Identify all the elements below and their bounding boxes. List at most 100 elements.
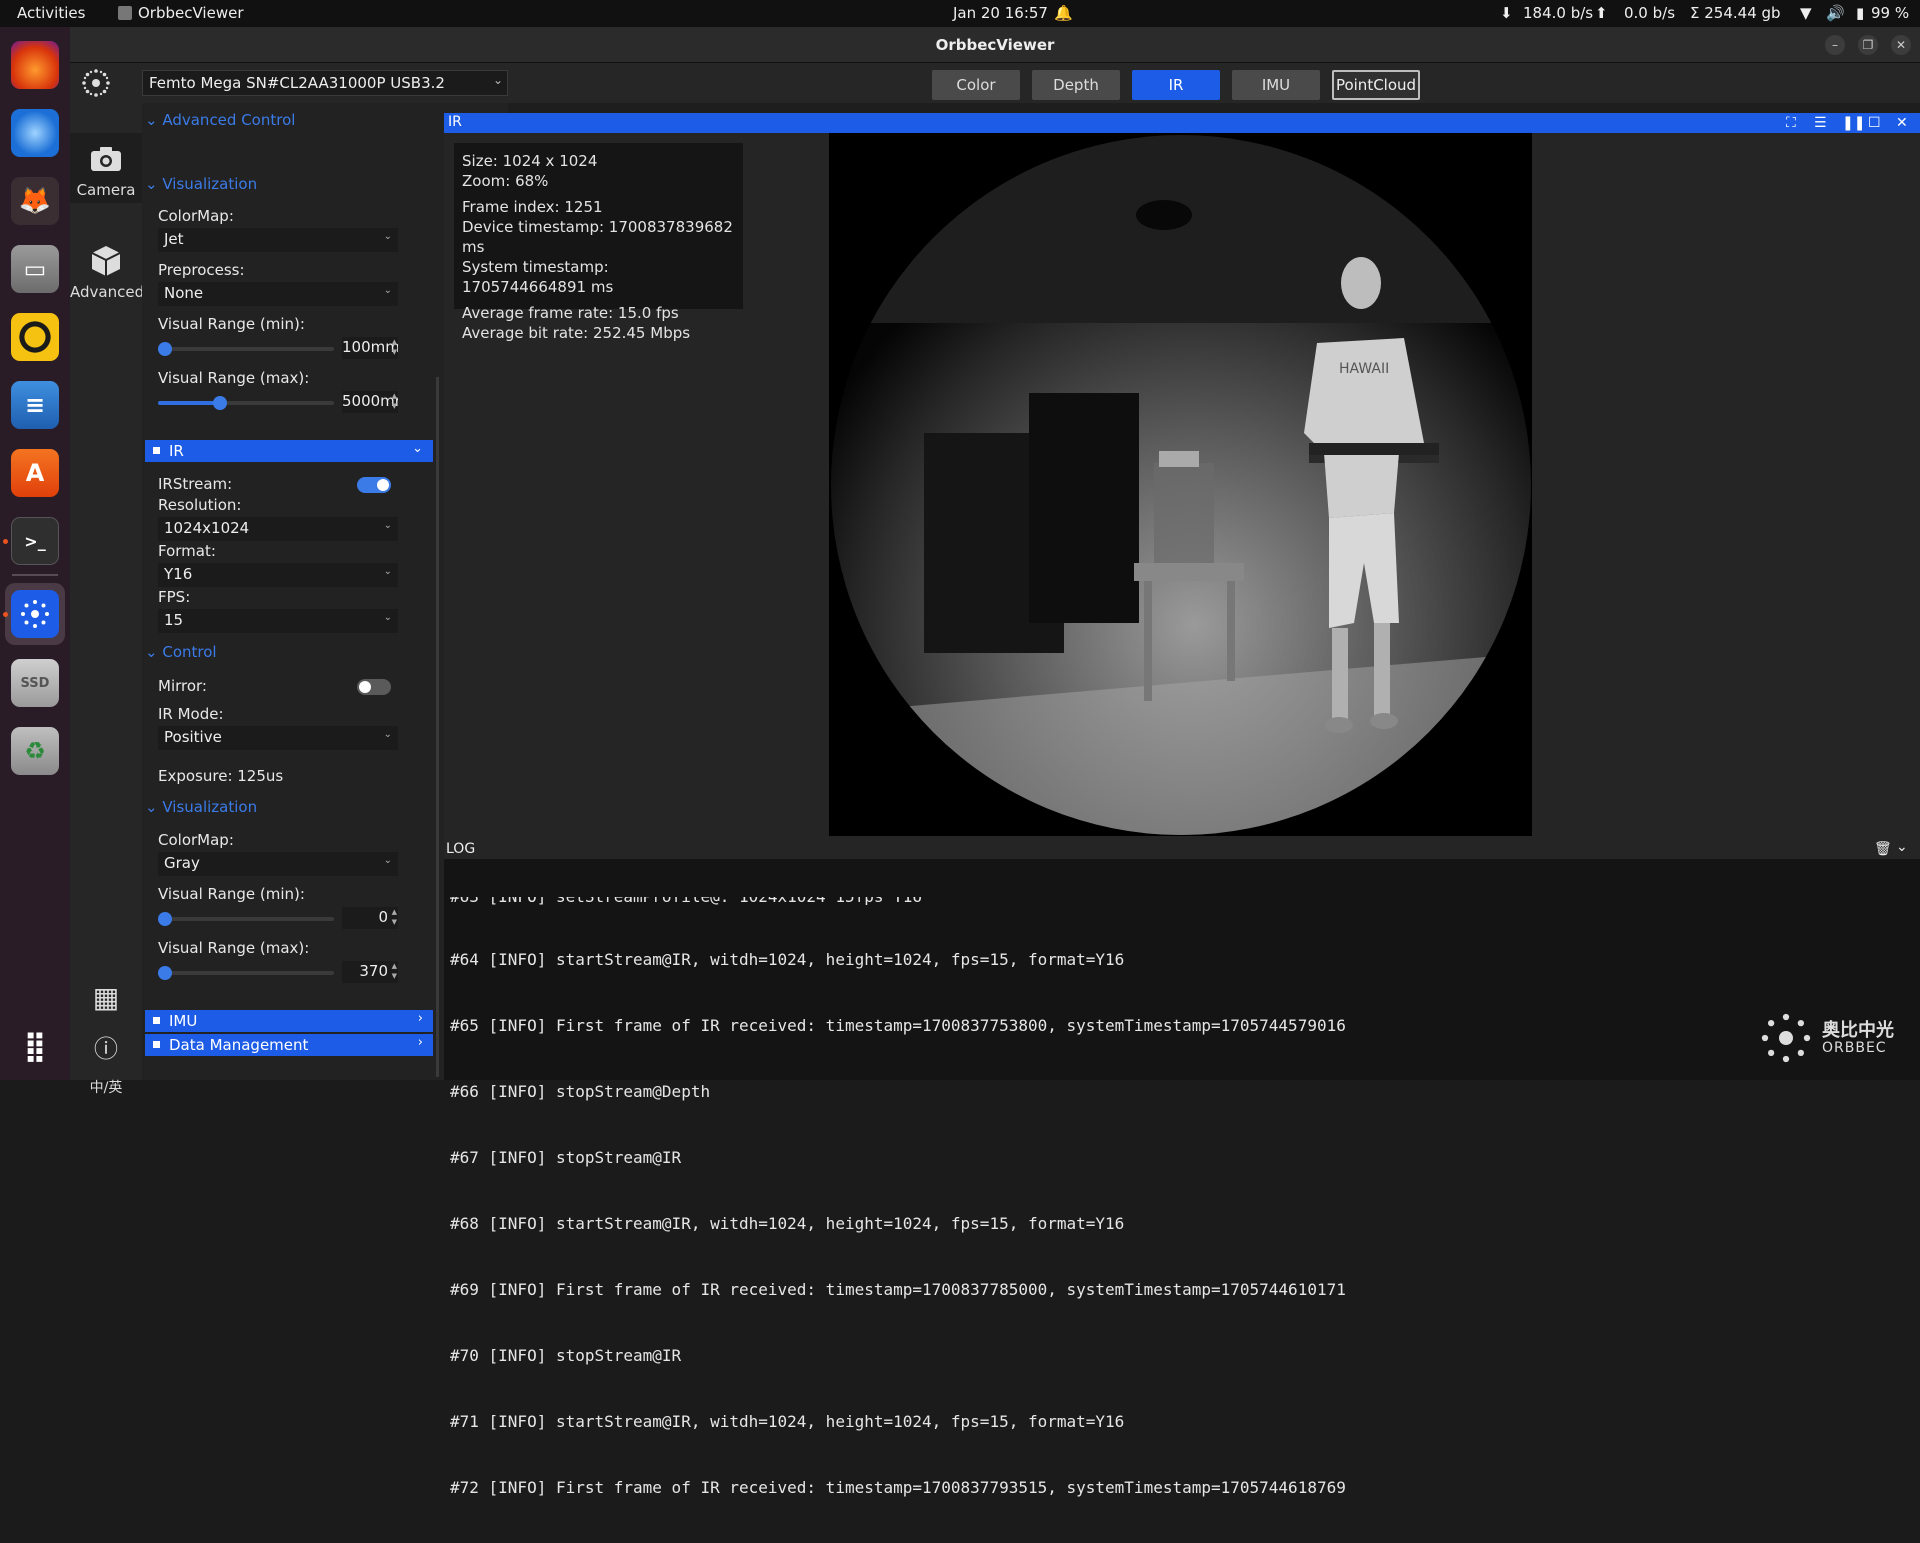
- battery-icon[interactable]: ▮: [1856, 4, 1864, 22]
- log-line: #63 [INFO] setStreamProfile@: 1024x1024 …: [450, 897, 1830, 905]
- chevron-down-icon: ⌄: [145, 175, 163, 193]
- viz1-header[interactable]: ⌄ Visualization: [145, 175, 257, 193]
- viz1-preprocess-select[interactable]: None ⌄: [158, 282, 398, 306]
- trash-log-icon[interactable]: 🗑: [1874, 841, 1892, 857]
- grid-layout-icon[interactable]: ▦: [70, 981, 142, 1014]
- square-bullet-icon: [153, 1017, 160, 1024]
- irmode-select[interactable]: Positive ⌄: [158, 726, 398, 750]
- viz2-range-max-slider[interactable]: [158, 966, 334, 980]
- spin-arrows-icon[interactable]: ▲ ▼: [392, 337, 397, 357]
- chevron-down-icon: ⌄: [383, 520, 392, 531]
- ir-frame-svg: HAWAII: [829, 133, 1532, 836]
- orbbec-running-dot: [3, 612, 8, 617]
- files-icon[interactable]: ▭: [11, 245, 59, 293]
- thunderbird-icon[interactable]: [11, 109, 59, 157]
- viz1-preprocess-value: None: [164, 284, 204, 302]
- viz2-range-max-label: Visual Range (max):: [158, 939, 310, 957]
- chevron-down-icon: ⌄: [383, 566, 392, 577]
- data-management-header[interactable]: Data Management ›: [145, 1034, 433, 1056]
- net-up-rate: 0.0 b/s: [1624, 4, 1676, 22]
- spin-arrows-icon[interactable]: ▲ ▼: [392, 907, 397, 927]
- battery-level: 99 %: [1871, 4, 1910, 22]
- app-menu[interactable]: OrbbecViewer: [138, 4, 243, 22]
- log-line: #65 [INFO] First frame of IR received: t…: [450, 1016, 1346, 1035]
- nav-advanced-label: Advanced: [70, 283, 145, 301]
- restore-icon[interactable]: ❐: [1858, 35, 1878, 55]
- wifi-icon[interactable]: ▼: [1800, 4, 1812, 22]
- firefox-icon[interactable]: [11, 41, 59, 89]
- device-select[interactable]: Femto Mega SN#CL2AA31000P USB3.2 ⌄: [142, 70, 508, 96]
- resolution-value: 1024x1024: [164, 519, 250, 537]
- nav-advanced[interactable]: Advanced: [70, 243, 145, 301]
- app-center-icon[interactable]: A: [11, 449, 59, 497]
- viz1-colormap-select[interactable]: Jet ⌄: [158, 228, 398, 252]
- viz2-range-max-spinbox[interactable]: 370 ▲ ▼: [342, 961, 398, 983]
- slider-knob[interactable]: [158, 912, 172, 926]
- slider-knob[interactable]: [158, 966, 172, 980]
- pause-icon[interactable]: ❚❚: [1842, 115, 1865, 131]
- info-frame-index: Frame index: 1251: [462, 198, 603, 216]
- viz1-range-min-label: Visual Range (min):: [158, 315, 305, 333]
- viz2-range-min-slider[interactable]: [158, 912, 334, 926]
- ir-group-header[interactable]: IR ⌄: [145, 440, 433, 462]
- advanced-control-header[interactable]: ⌄ Advanced Control: [145, 111, 295, 129]
- writer-icon[interactable]: ≡: [11, 381, 59, 429]
- terminal-running-dot: [3, 539, 8, 544]
- ssd-drive-icon[interactable]: SSD: [11, 659, 59, 707]
- spin-arrows-icon[interactable]: ▲ ▼: [392, 961, 397, 981]
- mirror-toggle[interactable]: [357, 679, 391, 695]
- viz1-range-min-slider[interactable]: [158, 342, 334, 356]
- settings-sliders-icon[interactable]: ☰: [1814, 115, 1827, 131]
- ir-image[interactable]: HAWAII: [829, 133, 1532, 836]
- depth-stream-button[interactable]: Depth: [1032, 70, 1120, 100]
- language-toggle[interactable]: 中/英: [70, 1077, 142, 1097]
- format-select[interactable]: Y16 ⌄: [158, 563, 398, 587]
- irstream-toggle[interactable]: [357, 477, 391, 493]
- rhythmbox-icon[interactable]: [11, 313, 59, 361]
- chevron-down-icon: ⌄: [383, 285, 392, 296]
- terminal-icon[interactable]: >_: [11, 517, 59, 565]
- color-stream-button[interactable]: Color: [932, 70, 1020, 100]
- viz2-colormap-select[interactable]: Gray ⌄: [158, 852, 398, 876]
- close-window-icon[interactable]: ✕: [1891, 35, 1911, 55]
- chevron-down-icon[interactable]: ⌄: [1896, 839, 1908, 855]
- fps-select[interactable]: 15 ⌄: [158, 609, 398, 633]
- trash-icon[interactable]: ♻: [11, 727, 59, 775]
- system-top-bar: Activities OrbbecViewer Jan 20 16:57 🔔 ⬇…: [0, 0, 1920, 27]
- activities-button[interactable]: Activities: [17, 4, 85, 22]
- chevron-down-icon: ⌄: [412, 441, 423, 456]
- chevron-down-icon: ⌄: [145, 111, 163, 129]
- ir-view-header: IR ⛶ ☰ ❚❚ ☐ ✕: [444, 113, 1920, 133]
- slider-knob[interactable]: [158, 342, 172, 356]
- show-apps-grid-icon[interactable]: ⣿: [11, 1022, 59, 1070]
- fit-screen-icon[interactable]: ⛶: [1786, 115, 1796, 131]
- panel-scrollbar[interactable]: [436, 377, 439, 1077]
- control-header[interactable]: ⌄ Control: [145, 643, 217, 661]
- info-icon[interactable]: ⓘ: [70, 1029, 142, 1064]
- viz1-range-max-slider[interactable]: [158, 396, 334, 410]
- imu-stream-button[interactable]: IMU: [1232, 70, 1320, 100]
- pointcloud-stream-button[interactable]: PointCloud: [1332, 70, 1420, 100]
- viz1-range-max-spinbox[interactable]: 5000mm▲▼: [342, 391, 398, 413]
- spin-arrows-icon[interactable]: ▲ ▼: [392, 391, 397, 411]
- maximize-icon[interactable]: ☐: [1868, 115, 1881, 131]
- gimp-icon[interactable]: 🦊: [11, 177, 59, 225]
- viz1-header-label: Visualization: [162, 175, 258, 193]
- minimize-icon[interactable]: –: [1825, 35, 1845, 55]
- volume-icon[interactable]: 🔊: [1826, 4, 1845, 22]
- viz1-range-min-spinbox[interactable]: 100mm ▲ ▼: [342, 337, 398, 359]
- close-view-icon[interactable]: ✕: [1896, 115, 1908, 131]
- viz2-header[interactable]: ⌄ Visualization: [145, 798, 257, 816]
- viz1-range-max-value: 5000mm: [342, 392, 398, 410]
- slider-knob[interactable]: [212, 396, 227, 410]
- orbbecviewer-dock-icon[interactable]: [11, 590, 59, 638]
- viz2-range-min-label: Visual Range (min):: [158, 885, 305, 903]
- square-bullet-icon: [153, 1041, 160, 1048]
- imu-group-header[interactable]: IMU ›: [145, 1010, 433, 1032]
- clock[interactable]: Jan 20 16:57: [953, 4, 1048, 22]
- nav-camera[interactable]: Camera: [70, 141, 142, 199]
- resolution-select[interactable]: 1024x1024 ⌄: [158, 517, 398, 541]
- ir-stream-button[interactable]: IR: [1132, 70, 1220, 100]
- viz2-range-min-spinbox[interactable]: 0 ▲ ▼: [342, 907, 398, 929]
- stream-info-overlay: Size: 1024 x 1024 Zoom: 68% Frame index:…: [454, 143, 743, 342]
